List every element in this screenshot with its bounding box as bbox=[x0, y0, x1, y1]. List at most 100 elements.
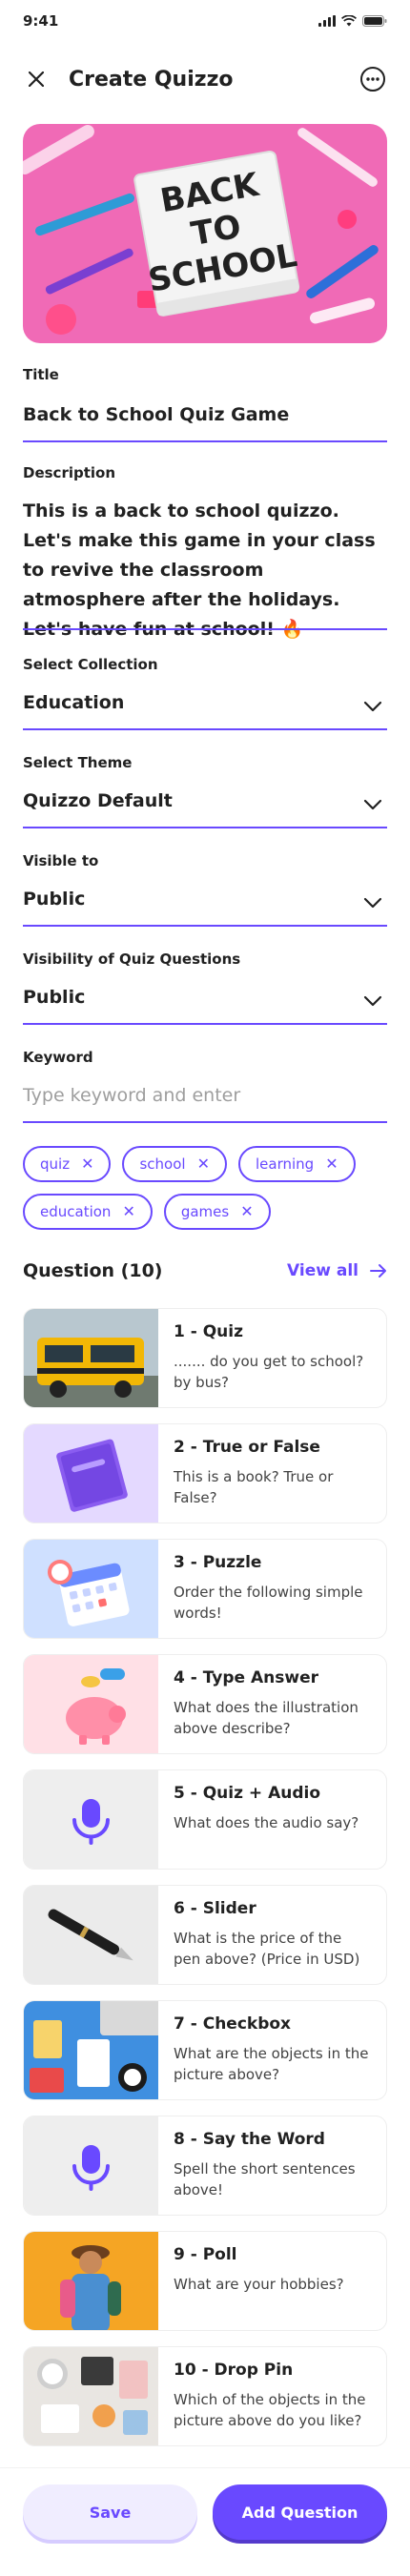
close-icon[interactable]: ✕ bbox=[81, 1156, 93, 1172]
question-visibility-value: Public bbox=[23, 987, 86, 1008]
cover-image[interactable]: BACK TO SCHOOL bbox=[23, 124, 387, 343]
close-icon[interactable]: ✕ bbox=[240, 1204, 253, 1219]
question-card[interactable]: 6 - Slider What is the price of the pen a… bbox=[23, 1885, 387, 1985]
close-icon[interactable]: ✕ bbox=[325, 1156, 338, 1172]
question-text: What does the audio say? bbox=[174, 1814, 359, 1831]
visible-to-value: Public bbox=[23, 889, 86, 910]
chip-label: school bbox=[139, 1155, 186, 1173]
question-thumbnail bbox=[24, 1886, 158, 1984]
question-text: What are the objects in the picture abov… bbox=[174, 2045, 369, 2083]
chevron-down-icon[interactable] bbox=[362, 991, 383, 1012]
keyword-input[interactable]: Type keyword and enter bbox=[23, 1085, 387, 1106]
view-all-label: View all bbox=[287, 1261, 359, 1280]
keyword-chip[interactable]: education ✕ bbox=[23, 1194, 153, 1230]
visible-to-underline bbox=[23, 925, 387, 927]
keyword-chip[interactable]: quiz ✕ bbox=[23, 1146, 112, 1182]
view-all-link[interactable]: View all bbox=[287, 1261, 387, 1280]
app-header: Create Quizzo bbox=[0, 55, 410, 103]
question-text: What are your hobbies? bbox=[174, 2276, 344, 2293]
question-card[interactable]: 4 - Type Answer What does the illustratio… bbox=[23, 1654, 387, 1754]
questions-header: Question (10) View all bbox=[23, 1257, 387, 1285]
keyword-chip[interactable]: school ✕ bbox=[122, 1146, 227, 1182]
visible-to-select[interactable]: Visible to Public bbox=[23, 852, 387, 929]
questions-title: Question (10) bbox=[23, 1260, 163, 1281]
question-visibility-underline bbox=[23, 1023, 387, 1025]
signal-icon bbox=[318, 15, 336, 27]
flatlay-objects-image bbox=[24, 2347, 158, 2445]
chevron-down-icon[interactable] bbox=[362, 696, 383, 717]
question-thumbnail bbox=[24, 2001, 158, 2099]
question-thumbnail bbox=[24, 1424, 158, 1523]
question-text: ....... do you get to school? by bus? bbox=[174, 1353, 364, 1391]
visible-to-label: Visible to bbox=[23, 852, 99, 869]
theme-select[interactable]: Select Theme Quizzo Default bbox=[23, 754, 387, 830]
question-card[interactable]: 5 - Quiz + Audio What does the audio say? bbox=[23, 1769, 387, 1870]
more-options-icon[interactable] bbox=[359, 65, 387, 93]
question-thumbnail bbox=[24, 1540, 158, 1638]
title-field[interactable]: Title Back to School Quiz Game bbox=[23, 366, 387, 442]
question-name: 8 - Say the Word bbox=[174, 2130, 325, 2149]
status-bar: 9:41 bbox=[0, 0, 410, 42]
keyword-chip[interactable]: learning ✕ bbox=[237, 1146, 356, 1182]
question-thumbnail bbox=[24, 1309, 158, 1407]
chevron-down-icon[interactable] bbox=[362, 794, 383, 815]
question-thumbnail bbox=[24, 1655, 158, 1753]
status-time: 9:41 bbox=[23, 12, 59, 30]
question-text: What does the illustration above describ… bbox=[174, 1699, 359, 1737]
collection-label: Select Collection bbox=[23, 656, 158, 673]
close-button[interactable] bbox=[23, 66, 50, 92]
question-card[interactable]: 2 - True or False This is a book? True or… bbox=[23, 1423, 387, 1523]
question-card[interactable]: 9 - Poll What are your hobbies? bbox=[23, 2231, 387, 2331]
question-visibility-select[interactable]: Visibility of Quiz Questions Public bbox=[23, 951, 387, 1027]
back-to-school-illustration: BACK TO SCHOOL bbox=[23, 124, 387, 343]
chip-label: education bbox=[40, 1203, 112, 1220]
title-input[interactable]: Back to School Quiz Game bbox=[23, 404, 387, 425]
question-card[interactable]: 10 - Drop Pin Which of the objects in the… bbox=[23, 2346, 387, 2446]
microphone-icon bbox=[72, 2145, 110, 2191]
theme-label: Select Theme bbox=[23, 754, 133, 771]
chip-label: quiz bbox=[40, 1155, 71, 1173]
theme-underline bbox=[23, 827, 387, 828]
close-icon[interactable]: ✕ bbox=[122, 1204, 134, 1219]
close-icon[interactable]: ✕ bbox=[197, 1156, 210, 1172]
question-name: 5 - Quiz + Audio bbox=[174, 1784, 321, 1803]
question-text: What is the price of the pen above? (Pri… bbox=[174, 1930, 360, 1968]
chip-label: learning bbox=[255, 1155, 315, 1173]
title-underline bbox=[23, 440, 387, 442]
question-thumbnail bbox=[24, 2232, 158, 2330]
keyword-label: Keyword bbox=[23, 1049, 93, 1066]
book-image bbox=[24, 1424, 158, 1523]
question-name: 3 - Puzzle bbox=[174, 1553, 262, 1572]
page-title: Create Quizzo bbox=[69, 67, 234, 92]
question-text: Spell the short sentences above! bbox=[174, 2160, 356, 2198]
description-field[interactable]: Description This is a back to school qui… bbox=[23, 464, 387, 640]
question-card[interactable]: 8 - Say the Word Spell the short sentence… bbox=[23, 2116, 387, 2216]
keyword-field[interactable]: Keyword Type keyword and enter bbox=[23, 1049, 387, 1125]
question-card[interactable]: 7 - Checkbox What are the objects in the … bbox=[23, 2000, 387, 2100]
question-text: This is a book? True or False? bbox=[174, 1468, 334, 1506]
pen-image bbox=[24, 1886, 158, 1984]
piggy-bank-image bbox=[24, 1655, 158, 1753]
question-thumbnail bbox=[24, 1770, 158, 1869]
collection-value: Education bbox=[23, 692, 125, 713]
collection-select[interactable]: Select Collection Education bbox=[23, 656, 387, 732]
arrow-right-icon bbox=[370, 1264, 386, 1278]
chevron-down-icon[interactable] bbox=[362, 892, 383, 913]
question-text: Order the following simple words! bbox=[174, 1584, 363, 1622]
add-question-button[interactable]: Add Question bbox=[213, 2484, 387, 2540]
save-button[interactable]: Save bbox=[23, 2484, 197, 2540]
question-card[interactable]: 3 - Puzzle Order the following simple wor… bbox=[23, 1539, 387, 1639]
calendar-image bbox=[24, 1540, 158, 1638]
desk-objects-image bbox=[24, 2001, 158, 2099]
description-label: Description bbox=[23, 464, 116, 481]
question-name: 9 - Poll bbox=[174, 2245, 237, 2264]
keyword-underline bbox=[23, 1121, 387, 1123]
description-input[interactable]: This is a back to school quizzo. Let's m… bbox=[23, 497, 387, 644]
keyword-chip[interactable]: games ✕ bbox=[163, 1194, 271, 1230]
question-name: 6 - Slider bbox=[174, 1899, 256, 1918]
question-name: 10 - Drop Pin bbox=[174, 2361, 294, 2380]
school-bus-image bbox=[24, 1309, 158, 1407]
chip-label: games bbox=[180, 1203, 230, 1220]
question-visibility-label: Visibility of Quiz Questions bbox=[23, 951, 241, 968]
question-card[interactable]: 1 - Quiz ....... do you get to school? by… bbox=[23, 1308, 387, 1408]
